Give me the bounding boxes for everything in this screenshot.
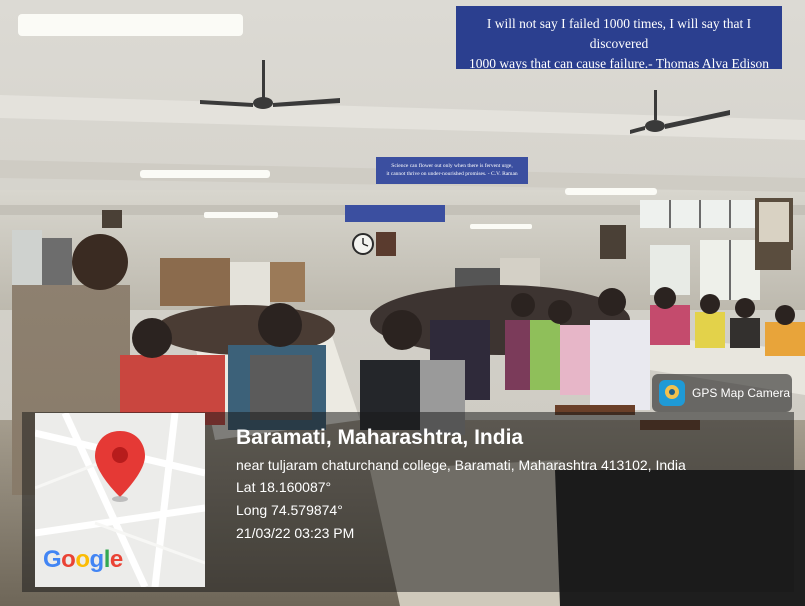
small-quote-banner — [345, 205, 445, 222]
google-logo-letter: e — [109, 546, 123, 573]
banner-line: 1000 ways that can cause failure.- Thoma… — [468, 56, 770, 69]
longitude-text: Long 74.579874° — [236, 502, 343, 518]
address-text: near tuljaram chaturchand college, Baram… — [236, 457, 686, 473]
notice-board — [230, 262, 270, 306]
edison-quote-banner: I will not say I failed 1000 times, I wi… — [456, 6, 782, 69]
tube-light — [565, 188, 657, 195]
tube-light — [140, 170, 270, 178]
banner-line: Science can flower out only when there i… — [391, 163, 513, 169]
portrait-frame — [755, 242, 791, 270]
portrait-frame — [376, 232, 396, 256]
raman-quote-banner: Science can flower out only when there i… — [376, 157, 528, 184]
tube-light — [18, 14, 243, 36]
banner-line: it cannot thrive on under-nourished prom… — [386, 171, 518, 177]
google-logo-letter: o — [61, 546, 76, 573]
place-name: Baramati, Maharashtra, India — [236, 426, 524, 449]
window — [650, 245, 690, 295]
cupboard — [160, 258, 230, 306]
banner-line: I will not say I failed 1000 times, I wi… — [486, 16, 752, 51]
gps-map-camera-icon — [659, 380, 685, 406]
latitude-text: Lat 18.160087° — [236, 479, 332, 495]
geotag-details: Baramati, Maharashtra, India near tuljar… — [236, 424, 784, 545]
google-logo-letter: g — [89, 546, 105, 573]
map-thumbnail: Google — [35, 413, 205, 587]
tube-light — [470, 224, 532, 229]
gps-badge-label: GPS Map Camera — [692, 386, 791, 400]
gps-map-camera-badge: GPS Map Camera — [652, 374, 792, 412]
cupboard — [270, 262, 305, 302]
datetime-text: 21/03/22 03:23 PM — [236, 525, 355, 541]
google-logo-letter: G — [43, 546, 62, 573]
portrait-frame — [600, 225, 626, 259]
portrait-frame — [102, 210, 122, 228]
google-logo: Google — [43, 546, 123, 574]
tube-light — [204, 212, 278, 218]
google-logo-letter: o — [75, 546, 90, 573]
